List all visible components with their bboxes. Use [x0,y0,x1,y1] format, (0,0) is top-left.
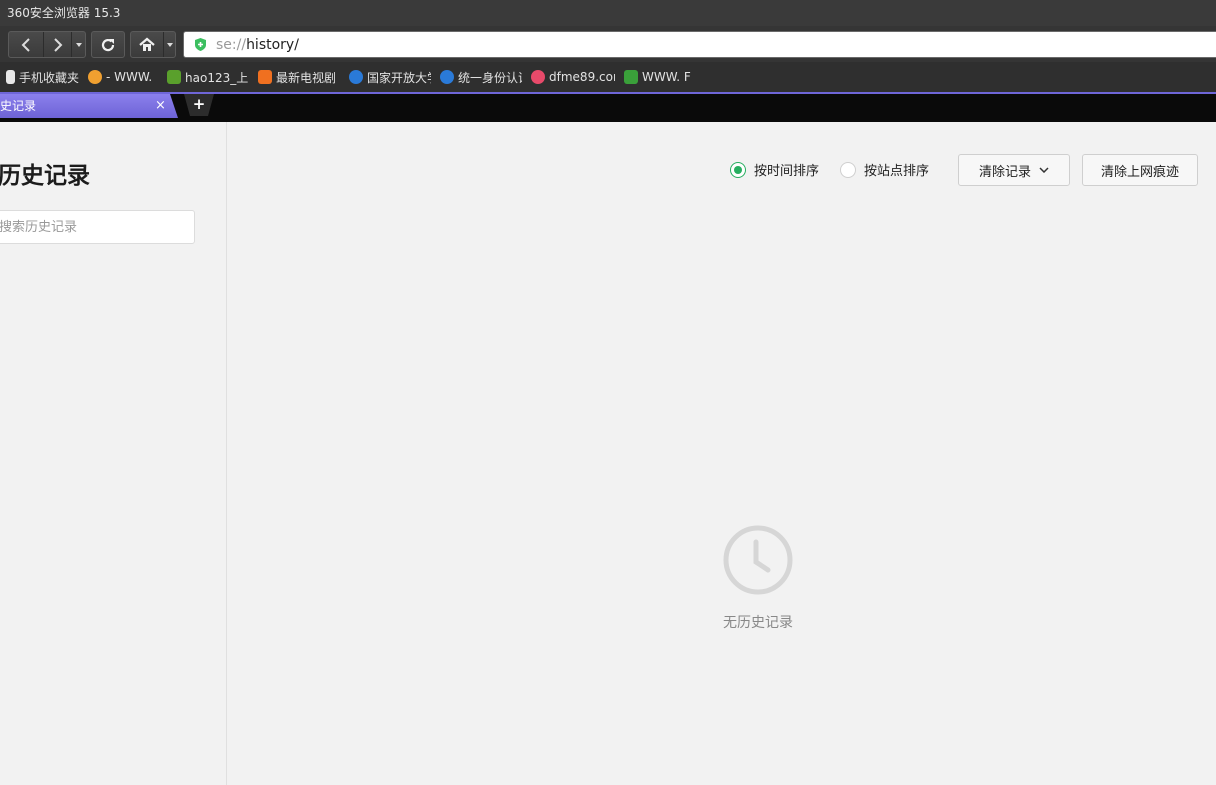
history-nav-group [8,31,86,58]
edge-favicon-icon [440,70,455,84]
home-button[interactable] [131,32,163,57]
tab-history[interactable]: 史记录 × [0,94,178,118]
clear-records-button[interactable]: 清除记录 [958,154,1070,186]
sort-by-time-label: 按时间排序 [754,164,820,179]
sort-by-site-label: 按站点排序 [864,164,930,179]
bookmark-label: WWW. F [642,70,691,84]
new-tab-button[interactable]: + [184,94,214,116]
caret-down-icon [166,42,173,47]
chevron-right-icon [53,37,62,52]
refresh-button[interactable] [92,32,124,57]
address-path: history/ [246,36,299,53]
tab-close-icon[interactable]: × [155,94,166,118]
tv-favicon-icon [258,70,273,84]
empty-state-text: 无历史记录 [723,615,793,631]
home-icon [139,37,155,51]
bookmark-label: dfme89.com [549,70,615,84]
bookmark-item[interactable]: 最新电视剧 [258,69,340,86]
shield-icon [195,38,206,51]
clear-traces-label: 清除上网痕迹 [1100,164,1179,180]
tab-strip: 史记录 × + [0,92,1216,122]
page-title: 历史记录 [0,163,90,189]
tab-label: 史记录 [0,99,37,113]
forward-button[interactable] [43,32,71,57]
caret-down-icon [75,42,82,47]
address-scheme: se:// [216,36,247,53]
heart-favicon-icon [531,70,546,84]
window-title: 360安全浏览器 15.3 [7,6,121,20]
browser-toolbar: se://history/ [0,26,1216,62]
back-button[interactable] [9,32,43,57]
bookmark-item[interactable]: 统一身份认证 [440,69,522,86]
history-sidebar: 历史记录 [0,122,227,785]
bookmark-label: 手机收藏夹 [19,70,80,85]
home-group [130,31,176,58]
bookmark-item[interactable]: - WWW. [88,70,158,84]
clear-records-label: 清除记录 [978,164,1031,180]
clock-icon [723,525,793,595]
forward-dropdown-button[interactable] [71,32,85,57]
site-favicon-icon [624,70,639,84]
radio-selected-icon[interactable] [730,161,746,178]
hao123-favicon-icon [167,70,182,84]
bookmark-item[interactable]: dfme89.com [531,70,615,84]
sort-by-time-option[interactable]: 按时间排序 [730,160,819,179]
refresh-icon [101,38,115,51]
site-favicon-icon [88,70,103,84]
home-dropdown-button[interactable] [163,32,175,57]
search-input[interactable] [0,210,195,244]
bookmark-label: hao123_上网 [185,70,249,85]
radio-unselected-icon[interactable] [840,161,856,178]
clear-traces-button[interactable]: 清除上网痕迹 [1082,154,1198,186]
refresh-group [91,31,125,58]
bookmark-item[interactable]: 手机收藏夹 [6,69,79,86]
sort-by-site-option[interactable]: 按站点排序 [840,160,929,179]
window-title-bar: 360安全浏览器 15.3 [0,0,1216,26]
bookmark-folder-icon [6,70,15,84]
chevron-left-icon [21,37,30,52]
bookmark-item[interactable]: 国家开放大学 [349,69,431,86]
empty-state: 无历史记录 [690,524,826,632]
bookmarks-bar: 手机收藏夹 - WWW. hao123_上网 最新电视剧 国家开放大学 统一身份… [0,62,1216,92]
edge-favicon-icon [349,70,364,84]
chevron-down-icon [1039,167,1049,173]
history-page: 历史记录 按时间排序 按站点排序 清除记录 清除上网痕迹 无历史记录 [0,122,1216,785]
bookmark-label: 国家开放大学 [367,70,431,85]
bookmark-item[interactable]: hao123_上网 [167,69,249,86]
address-bar[interactable]: se://history/ [183,31,1216,58]
bookmark-label: 统一身份认证 [458,70,522,85]
bookmark-label: 最新电视剧 [276,70,337,85]
bookmark-label: - WWW. [106,70,153,84]
bookmark-item[interactable]: WWW. F [624,70,706,84]
